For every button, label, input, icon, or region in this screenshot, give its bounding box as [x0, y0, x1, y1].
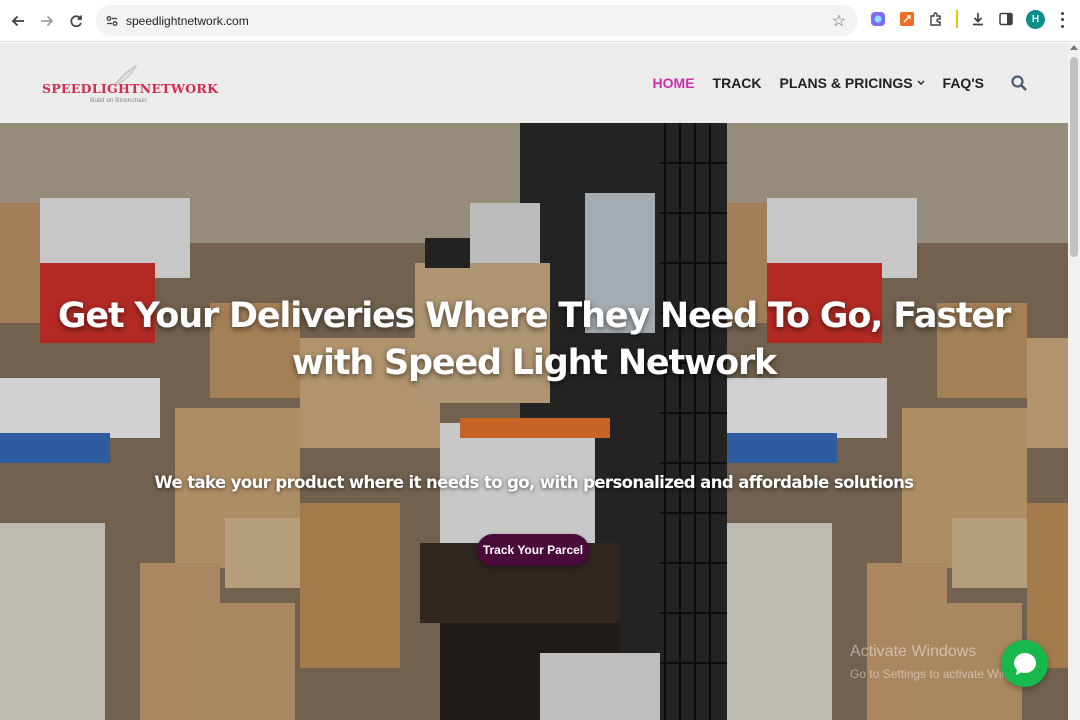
extension-icon-1[interactable] [869, 10, 887, 28]
arrow-left-icon [11, 15, 24, 26]
site-info-icon[interactable] [104, 13, 120, 29]
nav-item-plans-pricings[interactable]: PLANS & PRICINGS [780, 75, 925, 91]
hero-section: Get Your Deliveries Where They Need To G… [0, 123, 1068, 720]
logo-tagline: Build on Blockchain [90, 97, 147, 104]
chat-widget-button[interactable] [1001, 640, 1048, 687]
toolbar-separator [956, 10, 958, 28]
logo-text: SPEEDLIGHTNETWORK [42, 81, 219, 96]
nav-item-plans-label: PLANS & PRICINGS [779, 75, 913, 91]
scrollbar-thumb[interactable] [1070, 57, 1078, 257]
browser-menu-icon[interactable] [1056, 10, 1068, 30]
windows-activation-watermark: Activate Windows [850, 643, 977, 660]
site-logo[interactable]: SPEEDLIGHTNETWORK Build on Blockchain [42, 65, 218, 109]
address-bar[interactable]: speedlightnetwork.com ☆ [96, 5, 858, 36]
main-nav: HOME TRACK PLANS & PRICINGS FAQ'S [635, 43, 1028, 123]
track-parcel-button[interactable]: Track Your Parcel [477, 534, 589, 566]
extensions-puzzle-icon[interactable] [927, 10, 945, 28]
reload-icon [70, 14, 82, 27]
scroll-up-arrow-icon[interactable] [1070, 45, 1078, 50]
nav-item-track[interactable]: TRACK [713, 75, 762, 91]
bookmark-star-icon[interactable]: ☆ [832, 11, 846, 31]
side-panel-icon[interactable] [997, 10, 1015, 28]
chat-bubble-icon [1013, 652, 1036, 675]
forward-button[interactable] [35, 9, 59, 33]
profile-avatar[interactable]: H [1026, 10, 1045, 29]
hero-subtitle: We take your product where it needs to g… [154, 473, 914, 492]
hero-title: Get Your Deliveries Where They Need To G… [57, 296, 1011, 383]
chevron-down-icon [917, 78, 925, 88]
reload-button[interactable] [64, 9, 88, 33]
browser-toolbar: speedlightnetwork.com ☆ H [0, 0, 1080, 42]
page-scrollbar[interactable] [1068, 43, 1080, 720]
back-button[interactable] [6, 9, 30, 33]
site-header: SPEEDLIGHTNETWORK Build on Blockchain HO… [0, 43, 1068, 123]
nav-item-faqs[interactable]: FAQ'S [943, 75, 984, 91]
url-text[interactable]: speedlightnetwork.com [126, 14, 249, 28]
extension-icon-2[interactable] [898, 10, 916, 28]
nav-item-home[interactable]: HOME [653, 75, 695, 91]
search-icon[interactable] [1010, 74, 1028, 92]
arrow-right-icon [41, 15, 54, 26]
download-icon[interactable] [969, 10, 987, 28]
hero-overlay [0, 123, 1068, 720]
